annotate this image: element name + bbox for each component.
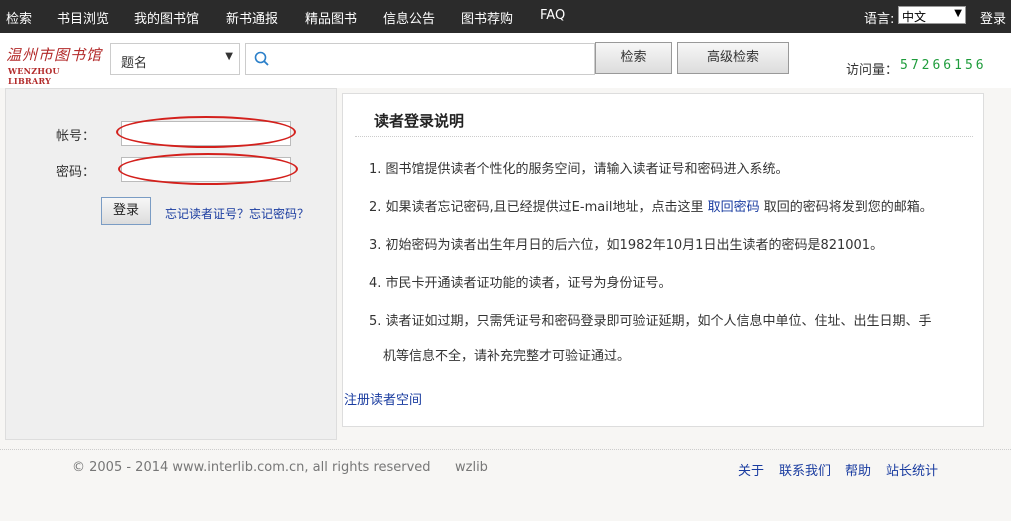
language-value: 中文 bbox=[902, 10, 927, 24]
nav-item-catalog-browse[interactable]: 书目浏览 bbox=[57, 8, 109, 27]
top-nav-bar: 检索 书目浏览 我的图书馆 新书通报 精品图书 信息公告 图书荐购 FAQ 语言… bbox=[0, 0, 1011, 33]
instruction-item: 3. 初始密码为读者出生年月日的后六位，如1982年10月1日出生读者的密码是8… bbox=[369, 238, 884, 253]
logo-chinese-text: 温州市图书馆 bbox=[6, 46, 103, 64]
header: 温州市图书馆 WENZHOU LIBRARY 题名 ▼ 检索 高级检索 访问量：… bbox=[0, 33, 1011, 88]
nav-item-new-books[interactable]: 新书通报 bbox=[226, 8, 278, 27]
forgot-account-password-link[interactable]: 忘记读者证号？忘记密码？ bbox=[165, 205, 309, 222]
nav-item-faq[interactable]: FAQ bbox=[540, 8, 565, 23]
search-icon bbox=[254, 51, 270, 71]
language-label: 语言: bbox=[864, 12, 895, 27]
chevron-down-icon: ▼ bbox=[954, 8, 962, 19]
language-select[interactable]: 中文 ▼ bbox=[898, 6, 966, 24]
retrieve-password-link[interactable]: 取回密码 bbox=[708, 200, 760, 215]
search-button[interactable]: 检索 bbox=[595, 42, 672, 74]
nav-item-my-library[interactable]: 我的图书馆 bbox=[134, 8, 199, 27]
footer-link-help[interactable]: 帮助 bbox=[845, 460, 871, 479]
instruction-item: 5. 读者证如过期，只需凭证号和密码登录即可验证延期，如个人信息中单位、住址、出… bbox=[369, 314, 932, 329]
nav-item-book-recommend[interactable]: 图书荐购 bbox=[461, 8, 513, 27]
instruction-item: 1. 图书馆提供读者个性化的服务空间，请输入读者证号和密码进入系统。 bbox=[369, 162, 789, 177]
login-instructions-panel: 读者登录说明 1. 图书馆提供读者个性化的服务空间，请输入读者证号和密码进入系统… bbox=[342, 93, 984, 427]
footer-link-contact[interactable]: 联系我们 bbox=[779, 460, 831, 479]
copyright-text: © 2005 - 2014 www.interlib.com.cn, all r… bbox=[72, 460, 431, 475]
chevron-down-icon: ▼ bbox=[225, 51, 233, 62]
footer-link-about[interactable]: 关于 bbox=[738, 460, 764, 479]
logo-english-text: WENZHOU LIBRARY bbox=[8, 66, 60, 86]
footer-link-stats[interactable]: 站长统计 bbox=[886, 460, 938, 479]
search-input[interactable] bbox=[245, 43, 595, 75]
password-label: 密码： bbox=[56, 165, 96, 180]
register-reader-space-link[interactable]: 注册读者空间 bbox=[344, 389, 422, 408]
instructions-title: 读者登录说明 bbox=[374, 112, 465, 130]
visit-count-value: 57266156 bbox=[900, 58, 987, 73]
nav-item-announcements[interactable]: 信息公告 bbox=[383, 8, 435, 27]
instruction-item-continued: 机等信息不全，请补充完整才可验证通过。 bbox=[383, 349, 631, 364]
instruction-item: 4. 市民卡开通读者证功能的读者，证号为身份证号。 bbox=[369, 276, 672, 291]
instruction-item: 2. 如果读者忘记密码,且已经提供过E-mail地址，点击这里 取回密码 取回的… bbox=[369, 200, 933, 215]
site-code: wzlib bbox=[455, 460, 488, 475]
nav-item-featured-books[interactable]: 精品图书 bbox=[305, 8, 357, 27]
login-button[interactable]: 登录 bbox=[101, 197, 151, 225]
divider bbox=[355, 136, 973, 137]
search-type-value: 题名 bbox=[121, 56, 148, 71]
search-type-select[interactable]: 题名 ▼ bbox=[110, 43, 240, 75]
login-panel: 帐号： 密码： 登录 忘记读者证号？忘记密码？ bbox=[5, 88, 337, 440]
top-login-link[interactable]: 登录 bbox=[980, 8, 1006, 27]
library-logo[interactable]: 温州市图书馆 WENZHOU LIBRARY bbox=[4, 44, 104, 86]
account-label: 帐号： bbox=[56, 129, 96, 144]
visit-count-label: 访问量： bbox=[846, 63, 899, 78]
footer-divider bbox=[0, 449, 1011, 450]
nav-item-search[interactable]: 检索 bbox=[6, 8, 32, 27]
account-input[interactable] bbox=[121, 121, 291, 146]
password-input[interactable] bbox=[121, 157, 291, 182]
advanced-search-button[interactable]: 高级检索 bbox=[677, 42, 789, 74]
